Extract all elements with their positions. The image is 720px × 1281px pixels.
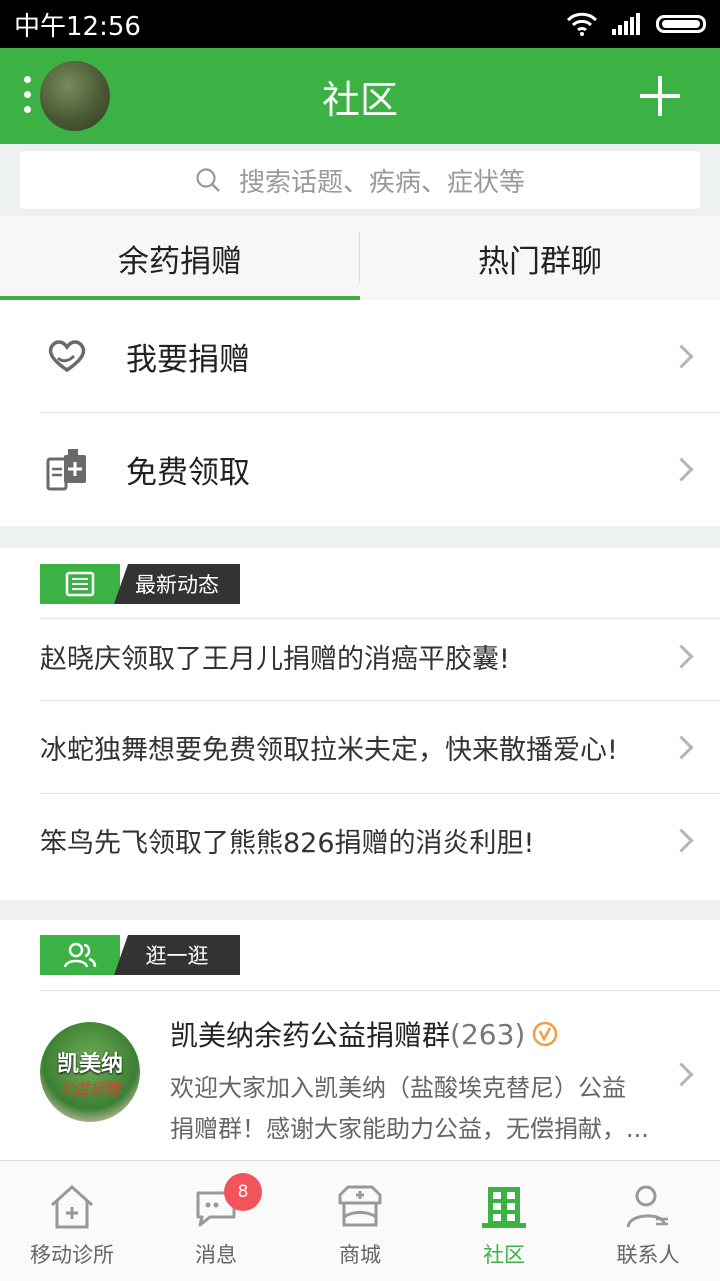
nav-label: 社区 [483, 1243, 525, 1267]
chevron-right-icon [669, 343, 694, 369]
group-description-line1: 欢迎大家加入凯美纳（盐酸埃克替尼）公益 [170, 1074, 626, 1102]
nav-mobile-clinic[interactable]: 移动诊所 [0, 1161, 144, 1281]
status-time: 中午12:56 [14, 11, 141, 42]
free-receive-label: 免费领取 [126, 454, 250, 491]
clinic-icon [50, 1184, 94, 1229]
people-icon [63, 942, 97, 968]
status-bar: 中午12:56 [0, 0, 720, 48]
nav-community[interactable]: 社区 [432, 1161, 576, 1281]
app-header: 社区 [0, 48, 720, 144]
heart-hands-icon [48, 340, 86, 373]
section-header: 最新动态 [40, 564, 240, 604]
chevron-right-icon [669, 827, 694, 853]
nav-contacts[interactable]: 联系人 [576, 1161, 720, 1281]
page-title: 社区 [321, 77, 398, 122]
nav-label: 商城 [339, 1243, 381, 1267]
search-icon [196, 168, 220, 192]
community-icon [482, 1187, 526, 1228]
donate-row[interactable]: 我要捐赠 [0, 300, 720, 412]
group-member-count: (263) [450, 1017, 526, 1051]
search-placeholder: 搜索话题、疾病、症状等 [238, 167, 525, 198]
search-area: 搜索话题、疾病、症状等 [0, 144, 720, 216]
news-text: 赵晓庆领取了王月儿捐赠的消癌平胶囊! [40, 643, 510, 675]
search-input[interactable]: 搜索话题、疾病、症状等 [20, 151, 700, 209]
nav-store[interactable]: 商城 [288, 1161, 432, 1281]
donation-menu: 我要捐赠 免费领取 [0, 300, 720, 526]
latest-news-section: 最新动态 赵晓庆领取了王月儿捐赠的消癌平胶囊! 冰蛇独舞想要免费领取拉米夫定，快… [0, 548, 720, 900]
verified-icon [533, 1021, 558, 1047]
store-icon [338, 1185, 382, 1227]
bottom-nav: 移动诊所 8 消息 商城 社区 联系人 [0, 1160, 720, 1281]
tab-label: 余药捐赠 [118, 243, 242, 280]
section-header: 逛一逛 [40, 935, 240, 975]
section-title: 逛一逛 [114, 935, 240, 975]
news-item[interactable]: 笨鸟先飞领取了熊熊826捐赠的消炎利胆! [0, 794, 720, 886]
add-button[interactable] [640, 76, 680, 116]
nav-label: 移动诊所 [30, 1243, 114, 1267]
news-text: 冰蛇独舞想要免费领取拉米夫定，快来散播爱心! [40, 734, 618, 766]
battery-icon [656, 15, 706, 33]
chevron-right-icon [669, 456, 694, 482]
group-name: 凯美纳余药公益捐赠群 [170, 1019, 451, 1052]
tab-medicine-donation[interactable]: 余药捐赠 [0, 216, 360, 300]
tab-label: 热门群聊 [478, 243, 602, 280]
group-logo: 凯美纳 公益捐赠 [40, 1022, 140, 1122]
avatar[interactable] [40, 61, 110, 131]
group-description-line2: 捐赠群！感谢大家能助力公益，无偿捐献，... [170, 1115, 649, 1143]
chevron-right-icon [669, 643, 694, 669]
menu-dots-icon[interactable] [24, 76, 31, 113]
group-description: 欢迎大家加入凯美纳（盐酸埃克替尼）公益 捐赠群！感谢大家能助力公益，无偿捐献，.… [170, 1068, 649, 1144]
wifi-icon [566, 12, 598, 36]
donate-label: 我要捐赠 [126, 341, 250, 378]
nav-label: 消息 [195, 1243, 237, 1267]
tab-bar: 余药捐赠 热门群聊 [0, 216, 720, 300]
medicine-bottle-icon [46, 449, 86, 491]
chevron-right-icon [669, 734, 694, 760]
group-logo-subtext: 公益捐赠 [59, 1079, 120, 1098]
nav-label: 联系人 [616, 1243, 680, 1267]
news-icon [65, 571, 95, 597]
nav-messages[interactable]: 8 消息 [144, 1161, 288, 1281]
signal-icon [612, 13, 640, 35]
divider [40, 990, 720, 991]
group-title-row: 凯美纳余药公益捐赠群 (263) [170, 1014, 559, 1054]
news-item[interactable]: 冰蛇独舞想要免费领取拉米夫定，快来散播爱心! [0, 701, 720, 793]
unread-badge: 8 [224, 1173, 262, 1211]
free-receive-row[interactable]: 免费领取 [0, 413, 720, 525]
contacts-icon [626, 1185, 668, 1228]
group-logo-text: 凯美纳 [56, 1051, 123, 1077]
news-item[interactable]: 赵晓庆领取了王月儿捐赠的消癌平胶囊! [0, 610, 720, 702]
news-text: 笨鸟先飞领取了熊熊826捐赠的消炎利胆! [40, 827, 535, 859]
tab-hot-group-chats[interactable]: 热门群聊 [360, 216, 720, 300]
section-title: 最新动态 [114, 564, 240, 604]
